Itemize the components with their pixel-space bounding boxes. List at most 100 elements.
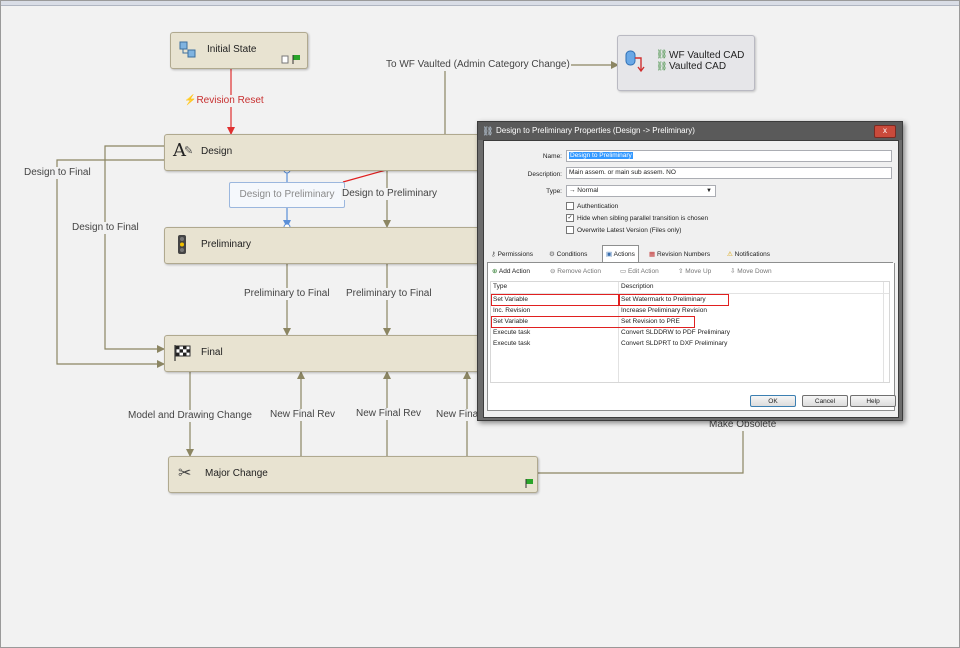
checkbox-box[interactable] [566, 202, 574, 211]
workflow-link-icon [625, 50, 645, 73]
highlight-box-row1-type [491, 294, 619, 306]
help-button[interactable]: Help [850, 395, 896, 407]
design-to-final-inner-label[interactable]: Design to Final [71, 222, 140, 234]
new-final-rev-label-1[interactable]: New Final Rev [269, 409, 337, 421]
checkbox-label: Authentication [577, 203, 619, 210]
type-label: Type: [546, 188, 562, 195]
row-type: Inc. Revision [493, 307, 531, 314]
chevron-down-icon: ▼ [706, 188, 712, 194]
preliminary-to-final-label-1[interactable]: Preliminary to Final [243, 288, 331, 300]
table-row[interactable]: Execute task Convert SLDDRW to PDF Preli… [491, 328, 889, 339]
design-pen-nib-icon: ✎ [184, 145, 194, 157]
vaulted-line-1: WF Vaulted CAD [669, 50, 745, 61]
arrow-down-icon: ⇩ [730, 268, 736, 275]
row-type: Execute task [493, 329, 531, 336]
state-name: Preliminary [201, 239, 252, 250]
type-select[interactable]: → Normal ▼ [566, 185, 716, 197]
name-label: Name: [542, 153, 562, 160]
authentication-checkbox[interactable]: Authentication [566, 202, 618, 211]
workflow-small-icon-1: ⛓ [656, 49, 668, 59]
model-drawing-change-label[interactable]: Model and Drawing Change [127, 410, 253, 422]
to-wf-vaulted-label[interactable]: To WF Vaulted (Admin Category Change) [385, 59, 571, 71]
checkbox-box[interactable]: ✓ [566, 214, 574, 223]
move-up-button[interactable]: ⇧ Move Up [678, 267, 711, 277]
design-to-preliminary-label[interactable]: Design to Preliminary [341, 188, 439, 200]
move-down-button[interactable]: ⇩ Move Down [730, 267, 772, 277]
table-row[interactable]: Execute task Convert SLDPRT to DXF Preli… [491, 339, 889, 350]
state-preliminary[interactable]: Preliminary [164, 227, 496, 264]
arrow-up-icon: ⇧ [678, 268, 684, 275]
type-select-value: → Normal [569, 187, 599, 194]
workflow-link-vaulted[interactable]: ⛓ WF Vaulted CAD ⛓ Vaulted CAD [617, 35, 755, 91]
checkered-flag-icon [174, 345, 191, 361]
design-to-final-inner-connector [104, 145, 165, 353]
workflow-state-icon [179, 41, 196, 58]
lightning-icon: ⚡ [184, 95, 197, 106]
wrench-tools-icon: ✂ [178, 465, 192, 482]
tab-conditions[interactable]: ⚙ Conditions [546, 248, 590, 262]
start-flag-icon [281, 55, 300, 64]
preliminary-to-final-label-2[interactable]: Preliminary to Final [345, 288, 433, 300]
add-icon: ⊕ [492, 268, 498, 275]
traffic-light-icon [178, 235, 186, 254]
workflow-small-icon-2: ⛓ [656, 61, 668, 71]
dialog-title: Design to Preliminary Properties (Design… [496, 126, 695, 135]
column-header-description[interactable]: Description [621, 283, 654, 290]
actions-tab-panel: ⊕ Add Action ⊖ Remove Action ▭ Edit Acti… [487, 263, 896, 411]
actions-icon: ▣ [606, 251, 613, 258]
description-field[interactable]: Main assem. or main sub assem. NO [566, 167, 892, 179]
dialog-body: Name: Design to Preliminary Description:… [483, 140, 899, 418]
name-field[interactable]: Design to Preliminary [566, 150, 892, 162]
state-name: Final [201, 347, 223, 358]
remove-icon: ⊖ [550, 268, 556, 275]
checkbox-box[interactable] [566, 226, 574, 235]
revision-reset-label[interactable]: ⚡Revision Reset [183, 95, 265, 107]
state-name: Major Change [205, 468, 268, 479]
checkbox-label: Overwrite Latest Version (Files only) [577, 227, 682, 234]
row-type: Execute task [493, 340, 531, 347]
checkbox-label: Hide when sibling parallel transition is… [577, 215, 709, 222]
ok-button[interactable]: OK [750, 395, 796, 407]
close-button[interactable]: x [874, 125, 896, 138]
edit-icon: ▭ [620, 268, 627, 275]
design-to-final-outer-label[interactable]: Design to Final [23, 167, 92, 179]
tab-notifications[interactable]: ⚠ Notifications [724, 248, 773, 262]
dialog-title-bar[interactable]: ⛓ Design to Preliminary Properties (Desi… [478, 122, 902, 140]
row-description: Convert SLDDRW to PDF Preliminary [621, 329, 730, 336]
tab-revision-numbers[interactable]: ▦ Revision Numbers [646, 248, 713, 262]
revision-numbers-icon: ▦ [649, 251, 656, 258]
description-label: Description: [527, 171, 562, 178]
tab-permissions[interactable]: ⚷ Permissions [488, 248, 536, 262]
state-major-change[interactable]: ✂ Major Change [168, 456, 538, 493]
new-final-rev-label-2[interactable]: New Final Rev [355, 408, 423, 420]
vaulted-line-2: Vaulted CAD [669, 61, 727, 72]
overwrite-latest-checkbox[interactable]: Overwrite Latest Version (Files only) [566, 226, 681, 235]
cancel-button[interactable]: Cancel [802, 395, 848, 407]
add-action-button[interactable]: ⊕ Add Action [492, 267, 530, 277]
actions-grid[interactable]: Type Description Set Variable Set Waterm… [490, 281, 890, 383]
state-initial[interactable]: Initial State [170, 32, 308, 69]
remove-action-button[interactable]: ⊖ Remove Action [550, 267, 601, 277]
state-name: Initial State [207, 44, 257, 55]
row-description: Increase Preliminary Revision [621, 307, 707, 314]
selected-transition-box[interactable]: Design to Preliminary [229, 182, 345, 208]
highlight-box-row3 [491, 316, 695, 328]
state-design[interactable]: A ✎ Design [164, 134, 496, 171]
column-header-type[interactable]: Type [493, 283, 507, 290]
row-description: Convert SLDPRT to DXF Preliminary [621, 340, 728, 347]
new-final-rev-label-3[interactable]: New Fina [435, 409, 480, 421]
dialog-workflow-icon: ⛓ [482, 126, 494, 136]
edit-action-button[interactable]: ▭ Edit Action [620, 267, 659, 277]
transition-properties-dialog[interactable]: ⛓ Design to Preliminary Properties (Desi… [477, 121, 903, 421]
state-final[interactable]: Final [164, 335, 496, 372]
notifications-icon: ⚠ [727, 251, 733, 258]
tab-actions[interactable]: ▣ Actions [602, 245, 639, 263]
hide-sibling-checkbox[interactable]: ✓ Hide when sibling parallel transition i… [566, 214, 708, 223]
design-to-final-outer-connector [56, 159, 165, 368]
conditions-icon: ⚙ [549, 251, 555, 258]
workflow-canvas[interactable]: ⚡Revision Reset To WF Vaulted (Admin Cat… [0, 0, 960, 648]
state-name: Design [201, 146, 233, 157]
permissions-icon: ⚷ [491, 251, 496, 258]
highlight-box-row1-desc [619, 294, 729, 306]
name-field-value: Design to Preliminary [569, 152, 633, 159]
